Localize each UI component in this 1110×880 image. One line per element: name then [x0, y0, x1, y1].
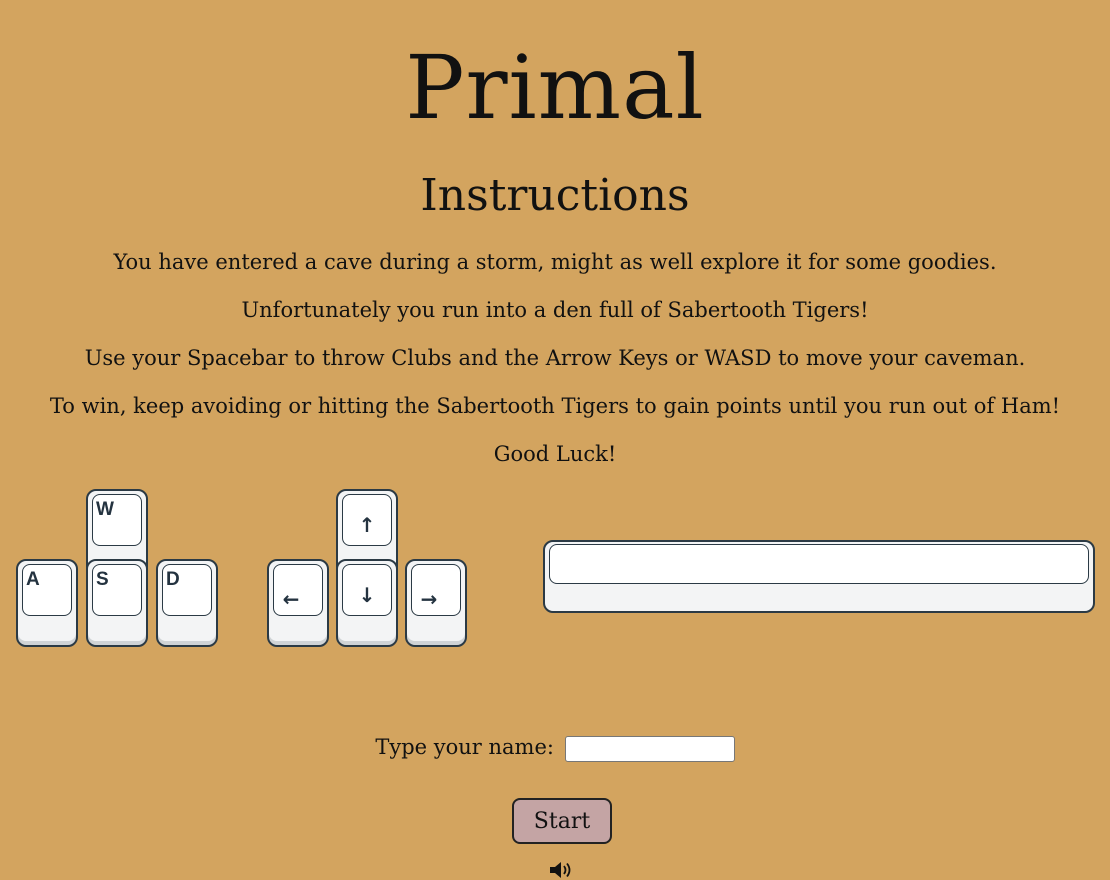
name-form: Type your name: — [0, 730, 1110, 764]
key-a-label: A — [26, 569, 40, 590]
instruction-line: Unfortunately you run into a den full of… — [241, 298, 869, 322]
key-d: D — [156, 559, 218, 647]
key-left: ← — [267, 559, 329, 647]
instructions-list: You have entered a cave during a storm, … — [0, 240, 1110, 480]
arrow-right-icon: → — [420, 587, 438, 611]
key-s: S — [86, 559, 148, 647]
key-d-label: D — [166, 569, 180, 590]
instructions-heading: Instructions — [420, 170, 690, 221]
key-a: A — [16, 559, 78, 647]
key-down: ↓ — [336, 559, 398, 647]
start-button[interactable]: Start — [512, 798, 612, 844]
instruction-line: Use your Spacebar to throw Clubs and the… — [84, 346, 1026, 370]
speaker-icon[interactable] — [549, 860, 575, 880]
arrow-down-icon: ↓ — [358, 583, 376, 607]
name-input[interactable] — [564, 735, 735, 762]
instruction-line: Good Luck! — [493, 442, 617, 466]
name-label: Type your name: — [375, 735, 554, 759]
instruction-line: To win, keep avoiding or hitting the Sab… — [49, 394, 1061, 418]
key-w-label: W — [96, 499, 114, 520]
arrow-left-icon: ← — [282, 587, 300, 611]
key-s-label: S — [96, 569, 109, 590]
arrow-up-icon: ↑ — [358, 513, 376, 537]
game-title: Primal — [405, 36, 705, 139]
key-right: → — [405, 559, 467, 647]
instruction-line: You have entered a cave during a storm, … — [113, 250, 997, 274]
spacebar-key — [543, 540, 1095, 613]
